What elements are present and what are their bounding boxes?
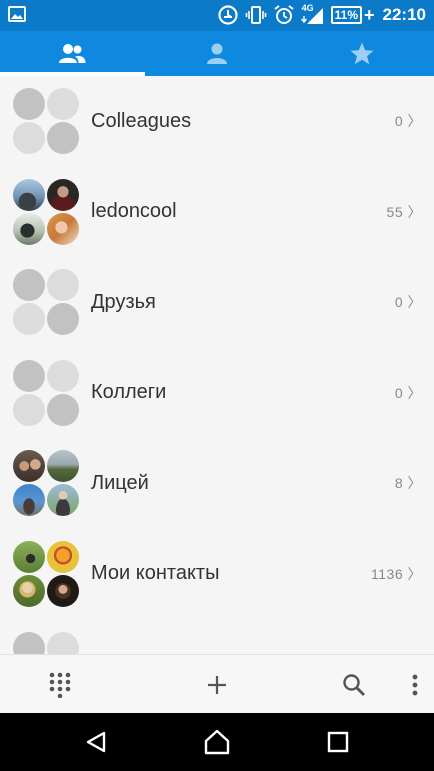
signal-icon: 4G <box>300 4 325 26</box>
action-bar <box>0 654 434 713</box>
group-row-friends[interactable]: Друзья 0 〉 <box>0 257 434 348</box>
group-avatar <box>13 359 79 426</box>
placeholder-avatar <box>13 303 45 336</box>
group-name: Коллеги <box>91 381 167 404</box>
contact-photo <box>13 450 45 483</box>
group-count: 8 〉 <box>394 475 422 492</box>
tab-contacts[interactable] <box>145 31 290 76</box>
placeholder-avatar <box>13 359 45 392</box>
group-avatar <box>13 450 79 517</box>
dialpad-button[interactable] <box>40 655 80 714</box>
group-avatar <box>13 88 79 155</box>
vibrate-icon <box>245 6 266 24</box>
placeholder-avatar <box>47 632 79 654</box>
contact-photo <box>13 540 45 573</box>
group-count: 1136 〉 <box>371 565 422 582</box>
add-group-button[interactable] <box>197 655 237 714</box>
contact-photo <box>47 484 79 517</box>
placeholder-avatar <box>13 393 45 426</box>
more-options-button[interactable] <box>400 655 430 714</box>
placeholder-avatar <box>47 269 79 302</box>
dialpad-icon <box>49 672 71 698</box>
group-row-colleagues[interactable]: Colleagues 0 〉 <box>0 76 434 167</box>
group-count: 0 〉 <box>394 384 422 401</box>
back-icon <box>86 731 106 753</box>
home-icon <box>204 729 230 755</box>
navigation-bar <box>0 713 434 771</box>
contact-photo <box>47 178 79 211</box>
recents-icon <box>327 731 349 753</box>
tab-bar <box>0 31 434 76</box>
status-bar: 4G 11% + 22:10 <box>0 0 434 31</box>
group-name: Лицей <box>91 471 149 494</box>
group-row-litsey[interactable]: Лицей 8 〉 <box>0 438 434 529</box>
placeholder-avatar <box>47 393 79 426</box>
placeholder-avatar <box>47 88 79 121</box>
battery-percent: 11% <box>330 6 362 24</box>
charging-icon: + <box>364 4 375 25</box>
home-button[interactable] <box>187 713 247 771</box>
add-icon <box>208 675 226 694</box>
contact-photo <box>13 574 45 607</box>
search-button[interactable] <box>334 655 374 714</box>
contact-photo <box>13 212 45 245</box>
recents-button[interactable] <box>308 713 368 771</box>
group-avatar <box>13 178 79 245</box>
image-icon <box>8 6 26 22</box>
contact-photo <box>13 484 45 517</box>
group-list: Colleagues 0 〉 ledoncool 55 〉 Друзья 0 〉 <box>0 76 434 654</box>
tab-favorites[interactable] <box>289 31 434 76</box>
group-name: Друзья <box>91 290 156 313</box>
star-icon <box>350 42 374 64</box>
group-count: 55 〉 <box>386 203 422 220</box>
placeholder-avatar <box>47 359 79 392</box>
data-saver-icon <box>218 5 238 25</box>
search-icon <box>343 673 365 696</box>
contact-photo <box>47 450 79 483</box>
group-name: Мои контакты <box>91 562 220 585</box>
alarm-icon <box>274 5 294 24</box>
group-row-partial[interactable] <box>0 619 434 654</box>
person-icon <box>207 43 227 64</box>
clock: 22:10 <box>382 5 426 24</box>
contact-photo <box>47 540 79 573</box>
group-name: Colleagues <box>91 109 192 132</box>
placeholder-avatar <box>13 122 45 155</box>
placeholder-avatar <box>47 122 79 155</box>
tab-groups[interactable] <box>0 31 145 76</box>
placeholder-avatar <box>47 303 79 336</box>
contact-photo <box>47 212 79 245</box>
groups-icon <box>59 43 86 63</box>
group-avatar <box>13 632 79 654</box>
contact-photo <box>47 574 79 607</box>
back-button[interactable] <box>66 713 126 771</box>
group-row-my-contacts[interactable]: Мои контакты 1136 〉 <box>0 529 434 620</box>
group-count: 0 〉 <box>394 113 422 130</box>
battery-icon: 11% + <box>330 4 375 26</box>
group-avatar <box>13 269 79 336</box>
placeholder-avatar <box>13 269 45 302</box>
group-avatar <box>13 540 79 607</box>
group-row-ledoncool[interactable]: ledoncool 55 〉 <box>0 167 434 258</box>
contact-photo <box>13 178 45 211</box>
group-name: ledoncool <box>91 200 177 223</box>
placeholder-avatar <box>13 632 45 654</box>
group-count: 0 〉 <box>394 294 422 311</box>
more-icon <box>412 674 418 695</box>
placeholder-avatar <box>13 88 45 121</box>
group-row-kollegi[interactable]: Коллеги 0 〉 <box>0 348 434 439</box>
